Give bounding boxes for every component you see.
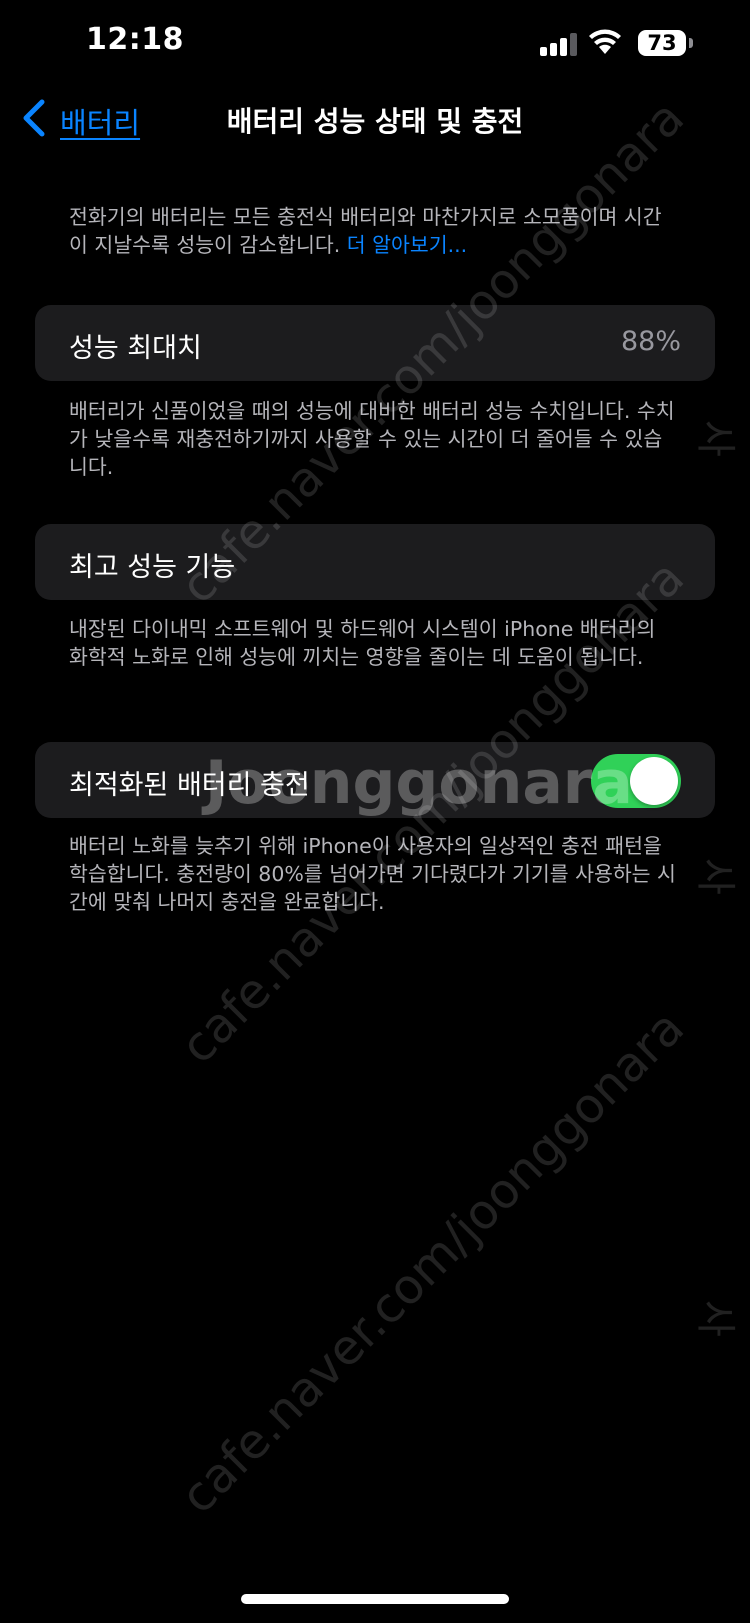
max-capacity-value: 88% <box>620 326 681 357</box>
learn-more-link[interactable]: 더 알아보기... <box>347 233 467 257</box>
watermark-side: 사 <box>692 858 738 895</box>
watermark-url: cafe.naver.com/joonggonara <box>170 999 695 1525</box>
cellular-signal-icon <box>540 32 580 56</box>
battery-cap <box>689 38 693 48</box>
toggle-knob <box>630 757 678 805</box>
battery-icon: 73 <box>638 30 686 56</box>
peak-performance-row: 최고 성능 기능 <box>35 524 715 600</box>
status-time: 12:18 <box>86 22 184 57</box>
watermark-side: 사 <box>692 1300 738 1337</box>
watermark-logo: Joonggonara <box>205 748 633 818</box>
wifi-icon <box>589 29 621 54</box>
home-indicator[interactable] <box>241 1594 509 1604</box>
status-bar: 12:18 73 <box>0 0 750 90</box>
max-capacity-label: 성능 최대치 <box>69 333 202 364</box>
watermark-side: 사 <box>692 420 738 457</box>
